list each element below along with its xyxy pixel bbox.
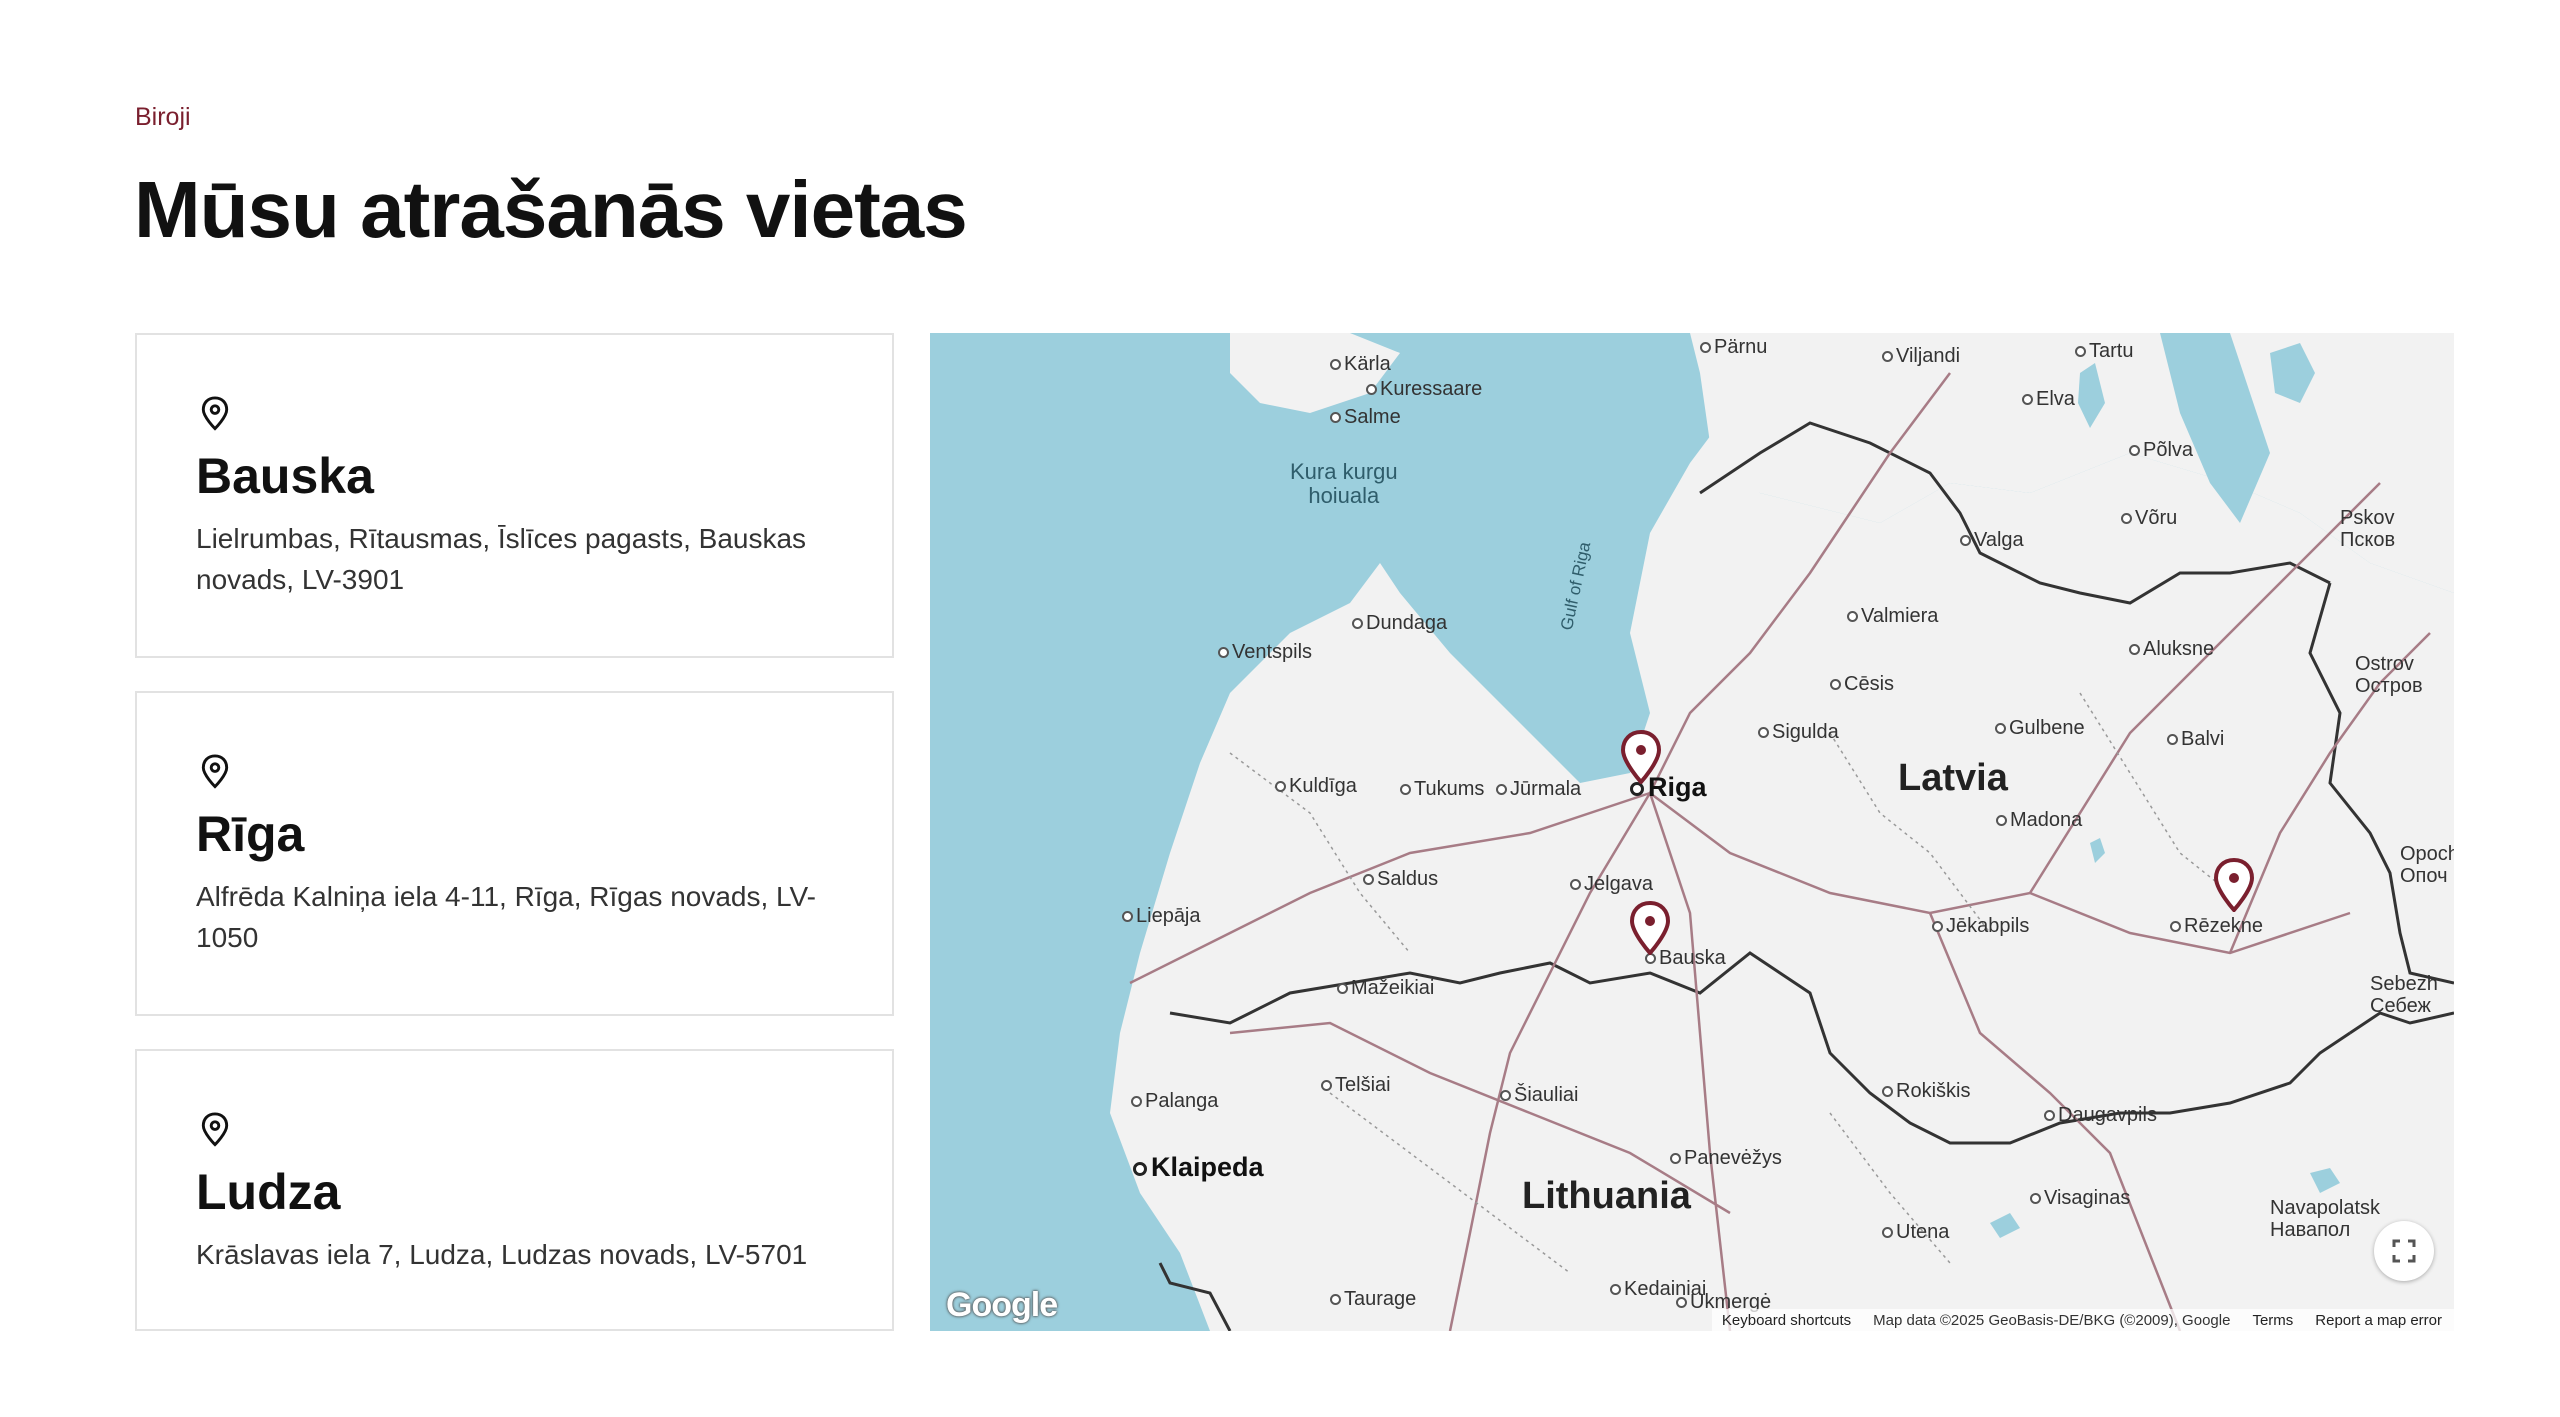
office-name: Ludza xyxy=(196,1164,341,1220)
terms-link[interactable]: Terms xyxy=(2252,1312,2293,1329)
map-label-city: Valmiera xyxy=(1847,605,1938,628)
city-name-line: Ostrov xyxy=(2355,653,2414,675)
city-name-line: Sebezh xyxy=(2370,973,2438,995)
location-pin-icon xyxy=(201,1112,229,1147)
city-name-line: Себеж xyxy=(2370,995,2431,1017)
city-name-line: Псков xyxy=(2340,529,2396,551)
fullscreen-icon xyxy=(2392,1239,2416,1263)
section-eyebrow: Biroji xyxy=(135,103,191,131)
map-label-water: Kura kurgu hoiuala xyxy=(1290,460,1398,508)
map-label-city: Navapolatsk Навапол xyxy=(2270,1197,2380,1241)
location-pin-icon xyxy=(201,396,229,431)
map-marker-bauska[interactable] xyxy=(1629,901,1671,955)
map-label-city: Võru xyxy=(2121,507,2177,530)
water-label-line: hoiuala xyxy=(1308,483,1380,508)
map-label-city: Panevėžys xyxy=(1670,1147,1782,1170)
office-name: Bauska xyxy=(196,448,374,504)
office-card-riga: Rīga Alfrēda Kalniņa iela 4-11, Rīga, Rī… xyxy=(135,691,894,1016)
map-label-city: Utena xyxy=(1882,1221,1949,1244)
map-label-city-major: Klaipeda xyxy=(1133,1152,1264,1183)
map-label-city: Mažeikiai xyxy=(1337,977,1434,1000)
city-name-line: Опоч xyxy=(2400,865,2448,887)
map-label-city: Jēkabpils xyxy=(1932,915,2029,938)
map-label-city: Saldus xyxy=(1363,868,1438,891)
map-label-city: Rokiškis xyxy=(1882,1080,1970,1103)
map-label-city: Visaginas xyxy=(2030,1187,2130,1210)
map-label-city: Pskov Псков xyxy=(2340,507,2395,551)
city-name-line: Opoch xyxy=(2400,843,2454,865)
map-attribution-bar: Keyboard shortcuts Map data ©2025 GeoBas… xyxy=(1711,1309,2454,1331)
map-label-city: Šiauliai xyxy=(1500,1084,1578,1107)
map-label-city: Valga xyxy=(1960,529,2024,552)
map-data-credit: Map data ©2025 GeoBasis-DE/BKG (©2009), … xyxy=(1873,1311,2231,1329)
water-label-line: Kura kurgu xyxy=(1290,459,1398,484)
keyboard-shortcuts-link[interactable]: Keyboard shortcuts xyxy=(1722,1312,1851,1329)
map-label-country: Latvia xyxy=(1898,757,2008,799)
map-label-city: Sigulda xyxy=(1758,721,1839,744)
office-address: Alfrēda Kalniņa iela 4-11, Rīga, Rīgas n… xyxy=(196,881,816,953)
map-label-city: Palanga xyxy=(1131,1090,1218,1113)
location-pin-icon xyxy=(201,754,229,789)
map-label-city: Rēzekne xyxy=(2170,915,2263,938)
map-label-city: Kuldīga xyxy=(1275,775,1357,798)
map-label-city: Opoch Опоч xyxy=(2400,843,2454,887)
map-label-country: Lithuania xyxy=(1522,1175,1691,1217)
map-label-city: Gulbene xyxy=(1995,717,2085,740)
fullscreen-button[interactable] xyxy=(2374,1221,2434,1281)
page-title: Mūsu atrašanās vietas xyxy=(134,165,968,254)
map-label-city: Liepāja xyxy=(1122,905,1201,928)
office-card-bauska: Bauska Lielrumbas, Rītausmas, Īslīces pa… xyxy=(135,333,894,658)
city-name-line: Остров xyxy=(2355,675,2423,697)
map-label-city: Põlva xyxy=(2129,439,2193,462)
map-label-city: Pärnu xyxy=(1700,336,1767,359)
city-name-line: Pskov xyxy=(2340,507,2395,529)
map-label-city: Jūrmala xyxy=(1496,778,1581,801)
office-name: Rīga xyxy=(196,806,305,862)
map-label-city: Ostrov Остров xyxy=(2355,653,2423,697)
office-card-ludza: Ludza Krāslavas iela 7, Ludza, Ludzas no… xyxy=(135,1049,894,1331)
map-label-city: Taurage xyxy=(1330,1288,1416,1311)
map-label-city: Madona xyxy=(1996,809,2082,832)
office-address: Lielrumbas, Rītausmas, Īslīces pagasts, … xyxy=(196,523,807,595)
map-label-city: Kärla xyxy=(1330,353,1391,376)
map-label-city: Kuressaare xyxy=(1366,378,1482,401)
map-label-city: Telšiai xyxy=(1321,1074,1391,1097)
map-label-city: Daugavpils xyxy=(2044,1104,2157,1127)
report-map-error-link[interactable]: Report a map error xyxy=(2315,1312,2442,1329)
map-label-city: Salme xyxy=(1330,406,1401,429)
map-marker-ludza[interactable] xyxy=(2213,858,2255,912)
map-label-city: Balvi xyxy=(2167,728,2224,751)
map-label-city: Aluksne xyxy=(2129,638,2214,661)
map-label-city: Sebezh Себеж xyxy=(2370,973,2438,1017)
google-map[interactable]: Kura kurgu hoiuala Gulf of Riga Latvia L… xyxy=(930,333,2454,1331)
map-label-city: Tukums xyxy=(1400,778,1484,801)
office-address: Krāslavas iela 7, Ludza, Ludzas novads, … xyxy=(196,1239,808,1270)
map-marker-riga[interactable] xyxy=(1620,730,1662,784)
map-label-city: Viljandi xyxy=(1882,345,1960,368)
map-label-city: Cēsis xyxy=(1830,673,1894,696)
map-label-city: Ventspils xyxy=(1218,641,1312,664)
map-label-city: Elva xyxy=(2022,388,2075,411)
google-logo[interactable]: Google xyxy=(946,1286,1058,1325)
city-name-line: Навапол xyxy=(2270,1219,2351,1241)
map-label-city: Tartu xyxy=(2075,340,2133,363)
map-label-city: Dundaga xyxy=(1352,612,1447,635)
map-label-city: Jelgava xyxy=(1570,873,1653,896)
city-name-line: Navapolatsk xyxy=(2270,1197,2381,1219)
